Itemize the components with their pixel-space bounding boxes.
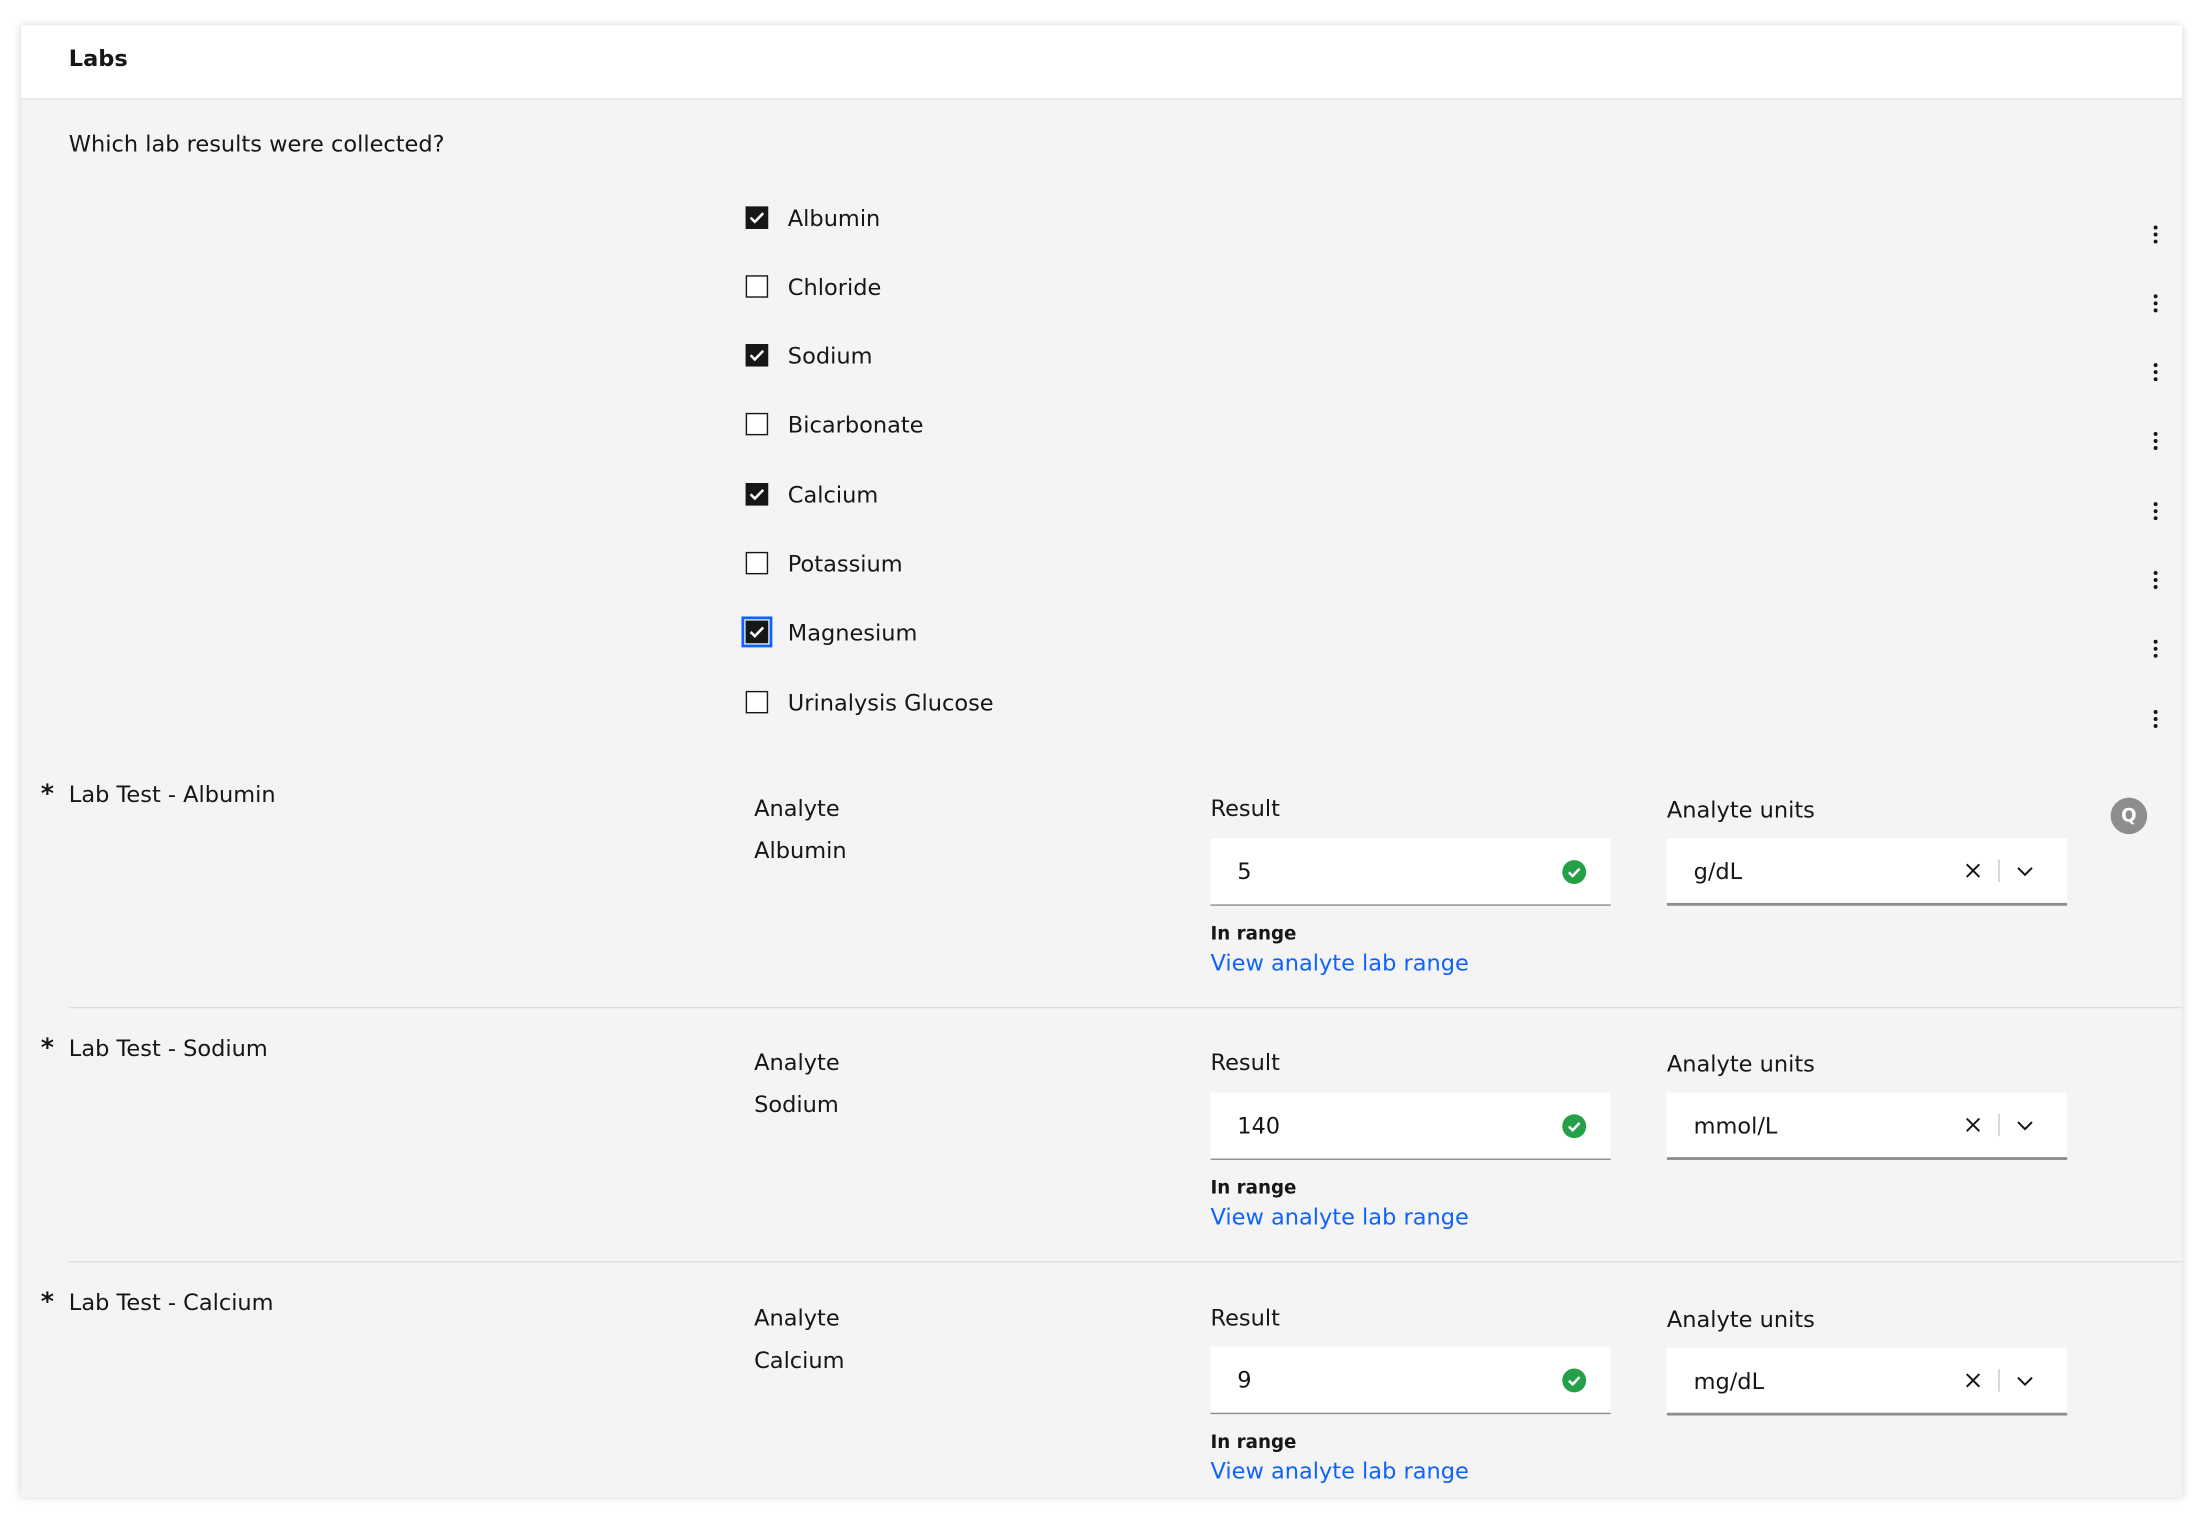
checkmark-icon xyxy=(749,349,765,362)
analyte-label: Analyte xyxy=(754,794,840,822)
row-divider xyxy=(68,1261,2183,1263)
overflow-menu-icon[interactable] xyxy=(2144,430,2166,452)
overflow-menu-icon[interactable] xyxy=(2144,569,2166,591)
units-select[interactable]: g/dL xyxy=(1666,838,2068,906)
panel-title: Labs xyxy=(68,44,128,72)
checkbox-label: Calcium xyxy=(787,480,879,508)
checkbox[interactable] xyxy=(745,206,769,229)
result-value[interactable]: 9 xyxy=(1237,1366,1561,1393)
close-icon[interactable] xyxy=(1962,859,1984,881)
result-input[interactable]: 9 xyxy=(1210,1346,1611,1415)
view-range-link[interactable]: View analyte lab range xyxy=(1211,1458,1469,1485)
checkbox-label: Albumin xyxy=(787,204,881,232)
checkbox[interactable] xyxy=(745,551,769,575)
units-label: Analyte units xyxy=(1666,796,1815,823)
overflow-menu-icon[interactable] xyxy=(2144,500,2166,522)
checkbox-item-albumin[interactable]: Albumin xyxy=(745,201,881,235)
checkbox-label: Potassium xyxy=(787,549,903,577)
checkbox-item-chloride[interactable]: Chloride xyxy=(745,270,882,304)
close-icon[interactable] xyxy=(1962,1114,1984,1136)
panel-header: Labs xyxy=(21,25,2183,100)
checkbox[interactable] xyxy=(741,616,773,648)
units-select[interactable]: mmol/L xyxy=(1666,1092,2068,1160)
checkbox[interactable] xyxy=(745,690,769,714)
required-indicator: * xyxy=(40,1033,54,1064)
units-select[interactable]: mg/dL xyxy=(1666,1348,2068,1416)
analyte-value: Calcium xyxy=(754,1346,845,1374)
required-indicator: * xyxy=(40,779,54,809)
checkbox[interactable] xyxy=(745,483,769,506)
question-text: Which lab results were collected? xyxy=(68,130,445,158)
result-label: Result xyxy=(1210,1049,1280,1076)
units-value: mg/dL xyxy=(1693,1367,1765,1394)
checkmark-icon xyxy=(749,626,765,638)
checkbox-item-sodium[interactable]: Sodium xyxy=(745,338,873,372)
checkbox-label: Sodium xyxy=(787,341,873,369)
lab-test-title: Lab Test - Albumin xyxy=(68,780,276,808)
select-divider xyxy=(1998,1113,2000,1137)
lab-test-title: Lab Test - Sodium xyxy=(68,1034,268,1062)
result-input[interactable]: 5 xyxy=(1210,838,1611,906)
checkbox[interactable] xyxy=(745,275,769,298)
units-value: mmol/L xyxy=(1693,1111,1778,1139)
checkbox-label: Bicarbonate xyxy=(787,410,924,438)
checkbox-label: Chloride xyxy=(787,273,882,300)
result-value[interactable]: 140 xyxy=(1237,1112,1561,1139)
chevron-down-icon[interactable] xyxy=(2014,1369,2036,1391)
overflow-menu-icon[interactable] xyxy=(2144,292,2166,314)
view-range-link[interactable]: View analyte lab range xyxy=(1211,949,1469,976)
analyte-label: Analyte xyxy=(754,1049,840,1076)
checkbox-item-calcium[interactable]: Calcium xyxy=(745,477,879,511)
row-divider xyxy=(68,1006,2183,1009)
checkmark-filled-icon xyxy=(1562,1113,1587,1138)
analyte-value: Albumin xyxy=(754,836,847,864)
checkbox-label: Urinalysis Glucose xyxy=(787,688,994,716)
units-label: Analyte units xyxy=(1666,1050,1815,1078)
analyte-label: Analyte xyxy=(754,1304,840,1332)
lab-test-title: Lab Test - Calcium xyxy=(68,1289,274,1316)
checkbox-label: Magnesium xyxy=(787,618,918,646)
view-range-link[interactable]: View analyte lab range xyxy=(1211,1203,1469,1230)
labs-panel: Labs Which lab results were collected? A… xyxy=(21,25,2183,1497)
checkmark-filled-icon xyxy=(1562,1367,1587,1392)
range-status: In range xyxy=(1210,1178,1297,1200)
overflow-menu-icon[interactable] xyxy=(2144,638,2166,660)
checkbox-item-potassium[interactable]: Potassium xyxy=(745,546,903,580)
stage: Labs Which lab results were collected? A… xyxy=(0,0,2202,1519)
select-divider xyxy=(1998,859,2000,882)
units-value: g/dL xyxy=(1693,857,1743,885)
overflow-menu-icon[interactable] xyxy=(2144,708,2166,730)
overflow-menu-icon[interactable] xyxy=(2144,361,2166,383)
chevron-down-icon[interactable] xyxy=(2014,859,2036,881)
query-badge[interactable]: Q xyxy=(2110,797,2148,835)
checkmark-filled-icon xyxy=(1562,859,1587,884)
units-label: Analyte units xyxy=(1666,1305,1815,1333)
result-label: Result xyxy=(1210,1304,1280,1332)
checkbox-item-magnesium[interactable]: Magnesium xyxy=(741,615,918,649)
result-input[interactable]: 140 xyxy=(1210,1092,1611,1160)
result-label: Result xyxy=(1210,794,1280,822)
checkmark-icon xyxy=(749,212,765,224)
range-status: In range xyxy=(1210,924,1297,946)
close-icon[interactable] xyxy=(1962,1369,1984,1391)
checkbox-item-urinalysis-glucose[interactable]: Urinalysis Glucose xyxy=(745,685,994,719)
checkbox[interactable] xyxy=(745,412,769,436)
range-status: In range xyxy=(1210,1432,1297,1454)
checkbox[interactable] xyxy=(745,344,769,367)
overflow-menu-icon[interactable] xyxy=(2144,223,2166,245)
checkbox-item-bicarbonate[interactable]: Bicarbonate xyxy=(745,407,924,441)
checkmark-icon xyxy=(749,488,765,501)
analyte-value: Sodium xyxy=(754,1091,839,1118)
result-value[interactable]: 5 xyxy=(1237,858,1561,885)
required-indicator: * xyxy=(40,1287,54,1318)
select-divider xyxy=(1998,1369,2000,1392)
chevron-down-icon[interactable] xyxy=(2014,1114,2036,1136)
